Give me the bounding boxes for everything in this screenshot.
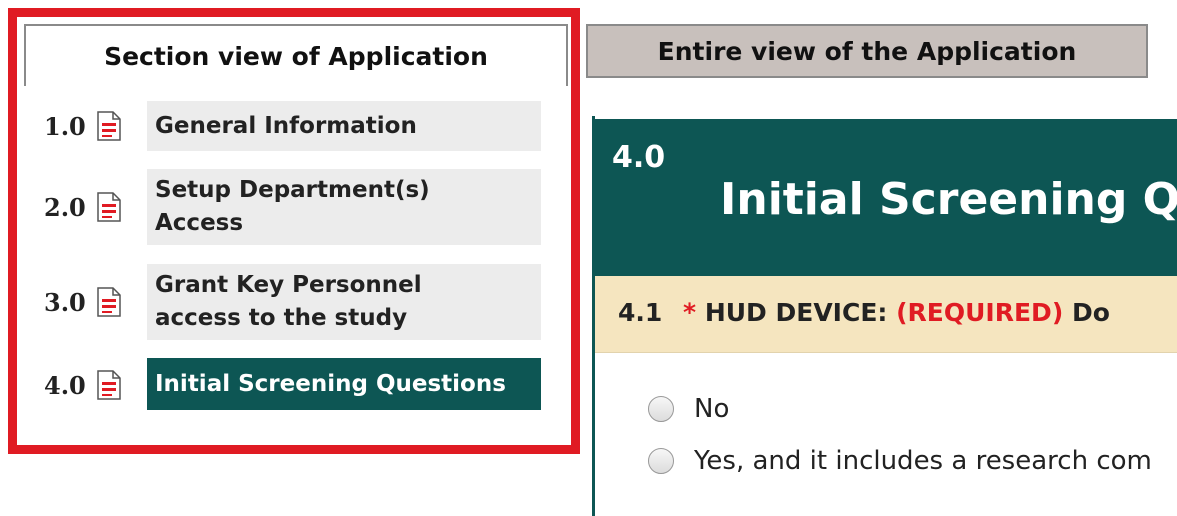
option-label: Yes, and it includes a research com [694,446,1152,476]
section-number: 1.0 [44,111,86,141]
section-number: 4.0 [44,370,86,400]
option-no[interactable]: No [648,394,729,424]
content-section-title: Initial Screening Q [720,174,1177,225]
radio-button[interactable] [648,448,674,474]
section-label: General Information [155,112,417,139]
section-link-grant-key-personnel[interactable]: Grant Key Personnel access to the study [147,264,541,340]
tab-section-view[interactable]: Section view of Application [24,24,568,86]
section-label: Initial Screening Questions [155,370,506,397]
question-text: 4.1 * HUD DEVICE: (REQUIRED) Do [618,298,1110,327]
required-flag: (REQUIRED) [896,298,1064,327]
pdf-document-icon[interactable] [96,370,122,400]
radio-button[interactable] [648,396,674,422]
section-link-setup-department-access[interactable]: Setup Department(s) Access [147,169,541,245]
tab-section-view-label: Section view of Application [104,41,488,71]
question-number: 4.1 [618,298,663,327]
section-label: Grant Key Personnel access to the study [155,272,422,331]
question-label: HUD DEVICE: [704,298,888,327]
option-label: No [694,394,730,424]
section-link-initial-screening-questions[interactable]: Initial Screening Questions [147,358,541,410]
tab-entire-view[interactable]: Entire view of the Application [586,24,1148,78]
tab-entire-view-label: Entire view of the Application [657,36,1077,66]
section-number: 3.0 [44,287,86,317]
section-link-general-information[interactable]: General Information [147,101,541,151]
pdf-document-icon[interactable] [96,287,122,317]
section-label: Setup Department(s) Access [155,177,430,236]
content-section-number: 4.0 [612,140,666,175]
section-number: 2.0 [44,192,86,222]
pdf-document-icon[interactable] [96,192,122,222]
option-yes[interactable]: Yes, and it includes a research com [648,446,1152,476]
pdf-document-icon[interactable] [96,111,122,141]
required-asterisk: * [683,298,697,327]
question-tail: Do [1071,298,1110,327]
